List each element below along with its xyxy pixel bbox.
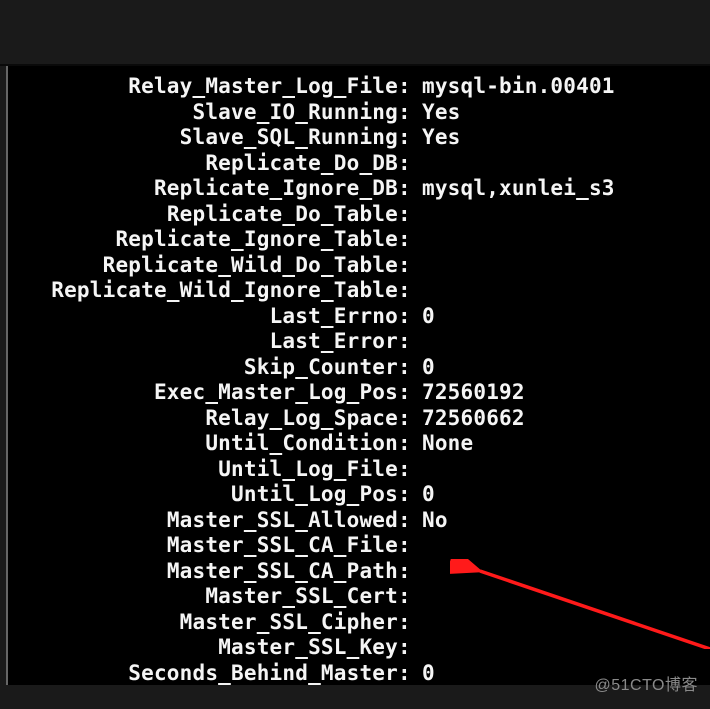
colon-separator: : — [398, 74, 422, 100]
status-label: Seconds_Behind_Master — [8, 661, 398, 686]
status-label: Master_SSL_Cert — [8, 584, 398, 610]
colon-separator: : — [398, 661, 422, 686]
status-value: Yes — [422, 125, 710, 151]
status-label: Master_SSL_Cipher — [8, 610, 398, 636]
status-value — [422, 253, 710, 279]
status-row: Until_Log_File: — [8, 457, 710, 483]
status-label: Last_Errno — [8, 304, 398, 330]
status-label: Master_SSL_CA_Path — [8, 559, 398, 585]
header-bar — [0, 0, 710, 66]
colon-separator: : — [398, 202, 422, 228]
status-row: Master_SSL_Allowed:No — [8, 508, 710, 534]
status-label: Exec_Master_Log_Pos — [8, 380, 398, 406]
status-value: 0 — [422, 304, 710, 330]
status-label: Relay_Master_Log_File — [8, 74, 398, 100]
status-label: Master_SSL_Allowed — [8, 508, 398, 534]
terminal-frame: Relay_Master_Log_File:mysql-bin.00401Sla… — [6, 66, 710, 685]
colon-separator: : — [398, 635, 422, 661]
colon-separator: : — [398, 380, 422, 406]
status-row: Replicate_Do_Table: — [8, 202, 710, 228]
status-value — [422, 584, 710, 610]
status-label: Slave_IO_Running — [8, 100, 398, 126]
colon-separator: : — [398, 125, 422, 151]
colon-separator: : — [398, 431, 422, 457]
status-row: Master_SSL_Cipher: — [8, 610, 710, 636]
status-row: Replicate_Ignore_Table: — [8, 227, 710, 253]
colon-separator: : — [398, 482, 422, 508]
status-row: Relay_Log_Space:72560662 — [8, 406, 710, 432]
status-value: 0 — [422, 355, 710, 381]
status-value — [422, 635, 710, 661]
status-row: Replicate_Ignore_DB:mysql,xunlei_s3 — [8, 176, 710, 202]
colon-separator: : — [398, 227, 422, 253]
status-label: Replicate_Ignore_DB — [8, 176, 398, 202]
colon-separator: : — [398, 278, 422, 304]
colon-separator: : — [398, 304, 422, 330]
colon-separator: : — [398, 508, 422, 534]
status-row: Master_SSL_CA_Path: — [8, 559, 710, 585]
status-label: Master_SSL_Key — [8, 635, 398, 661]
status-label: Last_Error — [8, 329, 398, 355]
status-row: Relay_Master_Log_File:mysql-bin.00401 — [8, 74, 710, 100]
status-value — [422, 329, 710, 355]
status-value: No — [422, 508, 710, 534]
status-value — [422, 457, 710, 483]
colon-separator: : — [398, 151, 422, 177]
status-row: Master_SSL_Key: — [8, 635, 710, 661]
colon-separator: : — [398, 533, 422, 559]
colon-separator: : — [398, 406, 422, 432]
status-row: Skip_Counter:0 — [8, 355, 710, 381]
status-label: Until_Log_File — [8, 457, 398, 483]
status-label: Slave_SQL_Running — [8, 125, 398, 151]
colon-separator: : — [398, 584, 422, 610]
colon-separator: : — [398, 457, 422, 483]
status-label: Skip_Counter — [8, 355, 398, 381]
status-value: mysql,xunlei_s3 — [422, 176, 710, 202]
colon-separator: : — [398, 100, 422, 126]
status-value — [422, 151, 710, 177]
status-value — [422, 227, 710, 253]
colon-separator: : — [398, 355, 422, 381]
terminal-output: Relay_Master_Log_File:mysql-bin.00401Sla… — [8, 66, 710, 685]
status-row: Slave_SQL_Running:Yes — [8, 125, 710, 151]
status-row: Replicate_Wild_Do_Table: — [8, 253, 710, 279]
status-row: Until_Condition:None — [8, 431, 710, 457]
colon-separator: : — [398, 610, 422, 636]
status-row: Slave_IO_Running:Yes — [8, 100, 710, 126]
status-row: Replicate_Wild_Ignore_Table: — [8, 278, 710, 304]
colon-separator: : — [398, 329, 422, 355]
colon-separator: : — [398, 176, 422, 202]
colon-separator: : — [398, 559, 422, 585]
watermark-text: @51CTO博客 — [594, 671, 698, 695]
status-row: Until_Log_Pos:0 — [8, 482, 710, 508]
status-value: None — [422, 431, 710, 457]
status-label: Until_Condition — [8, 431, 398, 457]
status-row: Last_Error: — [8, 329, 710, 355]
status-value — [422, 559, 710, 585]
status-label: Replicate_Wild_Do_Table — [8, 253, 398, 279]
status-row: Replicate_Do_DB: — [8, 151, 710, 177]
status-row: Master_SSL_Cert: — [8, 584, 710, 610]
status-value: 0 — [422, 482, 710, 508]
status-value: mysql-bin.00401 — [422, 74, 710, 100]
status-value — [422, 278, 710, 304]
status-value — [422, 610, 710, 636]
status-value: 72560192 — [422, 380, 710, 406]
status-label: Until_Log_Pos — [8, 482, 398, 508]
status-label: Relay_Log_Space — [8, 406, 398, 432]
status-value — [422, 202, 710, 228]
status-label: Replicate_Do_DB — [8, 151, 398, 177]
status-label: Replicate_Ignore_Table — [8, 227, 398, 253]
colon-separator: : — [398, 253, 422, 279]
status-label: Master_SSL_CA_File — [8, 533, 398, 559]
status-value: 72560662 — [422, 406, 710, 432]
status-row: Master_SSL_CA_File: — [8, 533, 710, 559]
status-value: Yes — [422, 100, 710, 126]
status-label: Replicate_Do_Table — [8, 202, 398, 228]
status-label: Replicate_Wild_Ignore_Table — [8, 278, 398, 304]
status-value — [422, 533, 710, 559]
status-row: Last_Errno:0 — [8, 304, 710, 330]
status-row: Exec_Master_Log_Pos:72560192 — [8, 380, 710, 406]
